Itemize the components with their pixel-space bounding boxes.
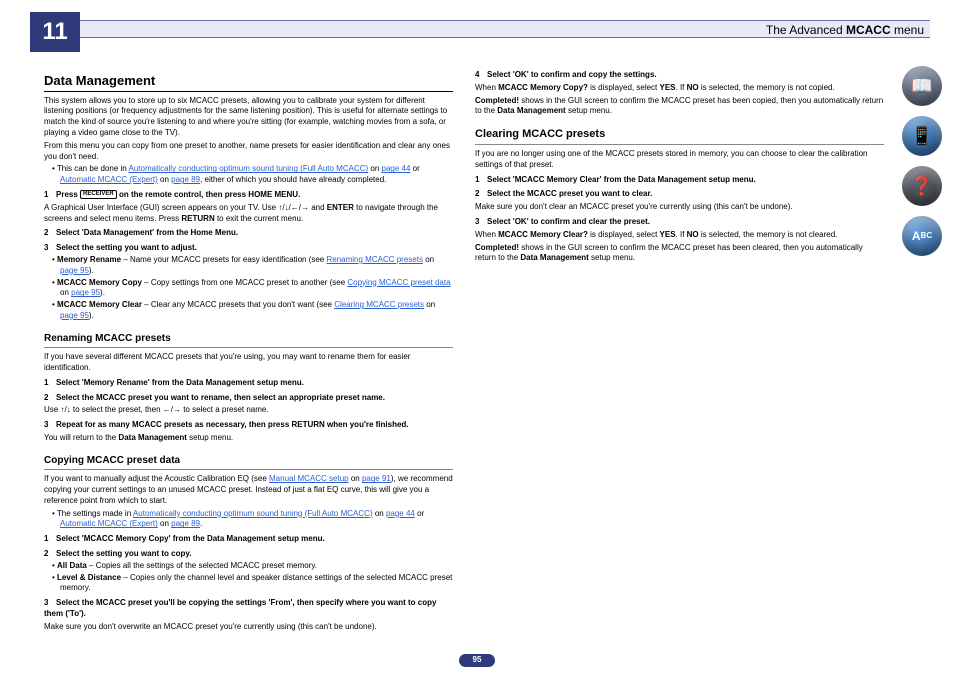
rn-step-3: 3Repeat for as many MCACC presets as nec… <box>44 420 453 431</box>
cl-step-3: 3Select 'OK' to confirm and clear the pr… <box>475 217 884 228</box>
right-column: 4Select 'OK' to confirm and copy the set… <box>475 66 884 645</box>
cp-step-3-body: Make sure you don't overwrite an MCACC p… <box>44 622 453 633</box>
cl-intro: If you are no longer using one of the MC… <box>475 149 884 171</box>
rn-intro: If you have several different MCACC pres… <box>44 352 453 374</box>
question-icon[interactable]: ❓ <box>902 166 942 206</box>
link-full-auto-mcacc-2[interactable]: Automatically conducting optimum sound t… <box>133 509 373 518</box>
cp-step-4: 4Select 'OK' to confirm and copy the set… <box>475 70 884 81</box>
link-renaming-presets[interactable]: Renaming MCACC presets <box>326 255 422 264</box>
remote-icon[interactable]: 📱 <box>902 116 942 156</box>
dm-opt-clear: MCACC Memory Clear – Clear any MCACC pre… <box>44 300 453 322</box>
cl-step-2: 2Select the MCACC preset you want to cle… <box>475 189 884 200</box>
abc-icon[interactable]: ABC <box>902 216 942 256</box>
title-post: menu <box>891 23 924 37</box>
link-manual-mcacc[interactable]: Manual MCACC setup <box>269 474 349 483</box>
cp-intro: If you want to manually adjust the Acous… <box>44 474 453 506</box>
cp-bullet: The settings made in Automatically condu… <box>44 509 453 531</box>
title-bold: MCACC <box>846 23 891 37</box>
rn-step-3-body: You will return to the Data Management s… <box>44 433 453 444</box>
link-auto-mcacc-expert-2[interactable]: Automatic MCACC (Expert) <box>60 519 158 528</box>
cp-opt-all: All Data – Copies all the settings of th… <box>44 561 453 572</box>
heading-clearing: Clearing MCACC presets <box>475 127 884 145</box>
link-page-89[interactable]: page 89 <box>171 175 200 184</box>
chapter-number-badge: 11 <box>30 12 80 52</box>
dm-opt-rename: Memory Rename – Name your MCACC presets … <box>44 255 453 277</box>
link-full-auto-mcacc[interactable]: Automatically conducting optimum sound t… <box>129 164 369 173</box>
link-page-44[interactable]: page 44 <box>382 164 411 173</box>
heading-data-management: Data Management <box>44 72 453 92</box>
dm-bullet-prereq: This can be done in Automatically conduc… <box>44 164 453 186</box>
rn-step-1: 1Select 'Memory Rename' from the Data Ma… <box>44 378 453 389</box>
dm-step-1: 1Press RECEIVER on the remote control, t… <box>44 190 453 201</box>
link-page-91[interactable]: page 91 <box>362 474 391 483</box>
page-body: Data Management This system allows you t… <box>44 66 884 645</box>
cp-step-4-body: When MCACC Memory Copy? is displayed, se… <box>475 83 884 94</box>
cp-step-4-body2: Completed! shows in the GUI screen to co… <box>475 96 884 118</box>
receiver-key-icon: RECEIVER <box>80 190 117 199</box>
rn-step-2: 2Select the MCACC preset you want to ren… <box>44 393 453 404</box>
cl-step-2-body: Make sure you don't clear an MCACC prese… <box>475 202 884 213</box>
cp-opt-level: Level & Distance – Copies only the chann… <box>44 573 453 595</box>
link-page-89b[interactable]: page 89 <box>171 519 200 528</box>
page-number: 95 <box>0 654 954 667</box>
dm-intro: This system allows you to store up to si… <box>44 96 453 139</box>
link-page-95b[interactable]: page 95 <box>71 288 100 297</box>
rn-step-2-body: Use ↑/↓ to select the preset, then ←/→ t… <box>44 405 453 416</box>
cl-step-3-body2: Completed! shows in the GUI screen to co… <box>475 243 884 265</box>
cl-step-1: 1Select 'MCACC Memory Clear' from the Da… <box>475 175 884 186</box>
link-page-95a[interactable]: page 95 <box>60 266 89 275</box>
cp-step-2: 2Select the setting you want to copy. <box>44 549 453 560</box>
dm-intro2: From this menu you can copy from one pre… <box>44 141 453 163</box>
dm-opt-copy: MCACC Memory Copy – Copy settings from o… <box>44 278 453 300</box>
chapter-title-bar: The Advanced MCACC menu <box>80 20 930 38</box>
dm-step-3: 3Select the setting you want to adjust. <box>44 243 453 254</box>
link-clearing-presets[interactable]: Clearing MCACC presets <box>334 300 424 309</box>
heading-renaming: Renaming MCACC presets <box>44 332 453 349</box>
cp-step-1: 1Select 'MCACC Memory Copy' from the Dat… <box>44 534 453 545</box>
link-page-95c[interactable]: page 95 <box>60 311 89 320</box>
dm-step-1-body: A Graphical User Interface (GUI) screen … <box>44 203 453 225</box>
sidebar-nav-icons: 📖 📱 ❓ ABC <box>902 66 948 256</box>
book-icon[interactable]: 📖 <box>902 66 942 106</box>
title-pre: The Advanced <box>766 23 846 37</box>
left-column: Data Management This system allows you t… <box>44 66 453 645</box>
dm-step-2: 2Select 'Data Management' from the Home … <box>44 228 453 239</box>
cl-step-3-body: When MCACC Memory Clear? is displayed, s… <box>475 230 884 241</box>
heading-copying: Copying MCACC preset data <box>44 454 453 471</box>
cp-step-3: 3Select the MCACC preset you'll be copyi… <box>44 598 453 620</box>
link-page-44b[interactable]: page 44 <box>386 509 415 518</box>
link-copying-preset[interactable]: Copying MCACC preset data <box>347 278 450 287</box>
link-auto-mcacc-expert[interactable]: Automatic MCACC (Expert) <box>60 175 158 184</box>
